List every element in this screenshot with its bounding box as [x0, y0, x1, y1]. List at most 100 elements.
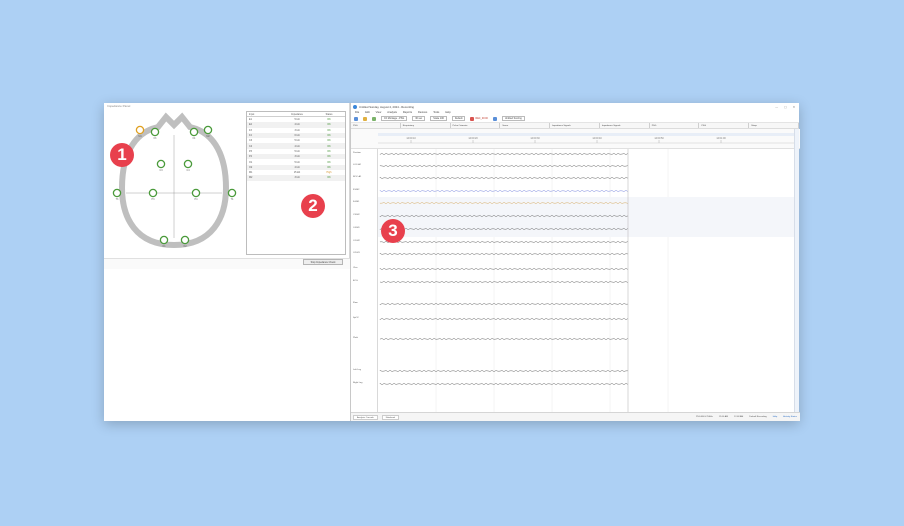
help-link[interactable]: Help [773, 416, 778, 418]
electrode-label: T4 [231, 198, 234, 201]
trace-label[interactable]: C3-M2 [353, 214, 360, 216]
signal-trace [379, 153, 629, 155]
input-cell: M1 [249, 171, 253, 175]
electrode-m2[interactable] [203, 125, 213, 135]
status-cell: High [326, 171, 332, 175]
electrode-c4[interactable] [183, 159, 193, 169]
signal-plot[interactable]: Position LOC-A2 ROC-A1 F3-M2 F4-M1 C3-M2 C4-M1… [351, 149, 800, 412]
recording-window: Untitled Sunday, August 4, 2024 - Record… [350, 103, 800, 421]
status-bar: Analysis Console Notebook PSG EEG 256Hz … [351, 412, 800, 421]
electrode-t3[interactable] [112, 188, 122, 198]
channel-group-select[interactable]: PSG [649, 123, 700, 128]
menu-tools[interactable]: Tools [433, 111, 439, 114]
electrode-c3[interactable] [156, 159, 166, 169]
channel-group-select[interactable]: PSG [699, 123, 750, 128]
menu-analysis[interactable]: Analysis [387, 111, 397, 114]
activity-status-link[interactable]: Activity Status [783, 416, 797, 418]
trace-label[interactable]: ROC-A1 [353, 176, 361, 178]
menu-help[interactable]: Help [445, 111, 450, 114]
close-button[interactable]: ✕ [793, 105, 795, 109]
signal-trace [379, 318, 629, 320]
trace-label[interactable]: O2-M1 [353, 252, 360, 254]
trace-label[interactable]: Left Leg [353, 369, 361, 371]
new-file-icon[interactable] [354, 116, 358, 121]
channel-group-select[interactable]: Sleep [749, 123, 800, 128]
channel-group-select[interactable]: Snore [500, 123, 551, 128]
status-cell: OK [327, 123, 331, 127]
electrode-f3[interactable] [150, 127, 160, 137]
trace-label[interactable]: Flow [353, 302, 358, 304]
signal-trace [379, 253, 629, 255]
impedance-cell: 4 kΩ [294, 123, 300, 127]
input-cell: C3 [249, 139, 253, 143]
mode-select[interactable]: Default [451, 116, 466, 121]
impedance-panel: Impedance Panel F3 F4 C3 C4 P3 P4 T3 T4 O1 O2 M1 M2… [104, 103, 350, 269]
trace-label[interactable]: Position [353, 152, 361, 154]
status-sampling: PSG EEG 256Hz [695, 416, 713, 418]
menu-view[interactable]: View [376, 111, 382, 114]
electrode-m1[interactable] [135, 125, 145, 135]
impedance-cell: 5 kΩ [294, 149, 300, 153]
montage-select[interactable]: Ch Montage - PSG [381, 116, 408, 121]
tab-notebook[interactable]: Notebook [381, 414, 400, 420]
input-cell: F4 [249, 134, 252, 138]
trace-label[interactable]: O1-M2 [353, 240, 360, 242]
timeline-time-label: 14:00:40 [592, 137, 602, 140]
status-cell: OK [327, 160, 331, 164]
electrode-p3[interactable] [148, 188, 158, 198]
trace-label[interactable]: C4-M1 [353, 227, 360, 229]
channel-group-select[interactable]: PSG [351, 123, 401, 128]
signal-trace [379, 190, 629, 192]
trace-canvas[interactable] [378, 149, 794, 412]
trace-label[interactable]: LOC-A2 [353, 164, 361, 166]
scale-select[interactable]: Scale 100 [430, 116, 447, 121]
timeline: 14:00:10 14:00:20 14:00:30 14:00:40 14:00:50… [351, 129, 800, 149]
timeline-time-label: 14:01:00 [716, 137, 726, 140]
screenshot-frame: Impedance Panel F3 F4 C3 C4 P3 P4 T3 T4 O1 O2 M1 M2… [104, 103, 800, 421]
callout-badge-2: 2 [301, 194, 325, 218]
impedance-cell: 15 kΩ [293, 171, 301, 175]
impedance-cell: 3 kΩ [294, 128, 300, 132]
trace-label[interactable]: ECG [353, 280, 358, 282]
electrode-t4[interactable] [227, 188, 237, 198]
electrode-label: T3 [116, 198, 119, 201]
channel-group-select[interactable]: Respiratory [400, 123, 451, 128]
stop-impedance-button[interactable]: Stop Impedance Check [303, 259, 343, 265]
electrode-f4[interactable] [189, 127, 199, 137]
status-cell: OK [327, 165, 331, 169]
electrode-p4[interactable] [191, 188, 201, 198]
menu-devices[interactable]: Devices [418, 111, 427, 114]
trace-label-column: Position LOC-A2 ROC-A1 F3-M2 F4-M1 C3-M2 C4-M1… [351, 149, 378, 412]
minimize-button[interactable]: — [775, 105, 778, 109]
trace-label[interactable]: F4-M1 [353, 201, 359, 203]
view-select[interactable]: 30 sec [412, 116, 426, 121]
trace-label[interactable]: Chin [353, 267, 358, 269]
status-cell: OK [327, 139, 331, 143]
electrode-o2[interactable] [180, 235, 190, 245]
scoring-select[interactable]: Untitled Scoring [501, 116, 525, 121]
save-icon[interactable] [372, 116, 376, 121]
status-cell: OK [327, 149, 331, 153]
maximize-button[interactable]: ▢ [784, 105, 787, 109]
electrode-o1[interactable] [159, 235, 169, 245]
menu-edit[interactable]: Edit [365, 111, 369, 114]
flag-icon[interactable] [492, 116, 497, 121]
trace-label[interactable]: F3-M2 [353, 189, 359, 191]
tab-analysis-console[interactable]: Analysis Console [353, 414, 378, 420]
trace-label[interactable]: Pleth [353, 337, 358, 339]
menu-file[interactable]: File [355, 111, 359, 114]
record-button[interactable]: REC_00:00 [470, 116, 488, 121]
channel-group-select[interactable]: Impedance Signals [599, 123, 650, 128]
channel-group-select[interactable]: Pulse Oximeter [450, 123, 501, 128]
input-cell: E1 [249, 118, 252, 122]
input-cell: C4 [249, 144, 253, 148]
side-panel-strip[interactable] [794, 129, 799, 412]
impedance-cell: 4 kΩ [294, 144, 300, 148]
channel-group-select[interactable]: Impedance Signals [550, 123, 600, 128]
menu-reports[interactable]: Reports [403, 111, 412, 114]
open-folder-icon[interactable] [363, 116, 367, 121]
status-cell: OK [327, 155, 331, 159]
timeline-time-label: 14:00:50 [654, 137, 664, 140]
trace-label[interactable]: SpO2 [353, 317, 359, 319]
trace-label[interactable]: Right Leg [353, 382, 362, 384]
